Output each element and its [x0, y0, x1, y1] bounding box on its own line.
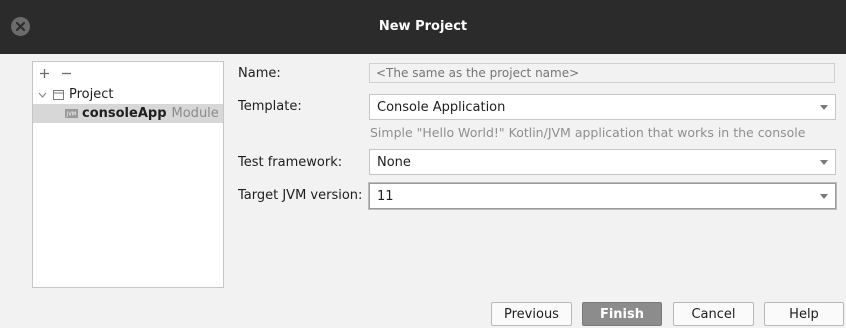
previous-button[interactable]: Previous [491, 302, 572, 326]
panel-toolbar [33, 62, 223, 85]
template-label: Template: [238, 99, 302, 114]
project-folder-icon [52, 89, 64, 101]
test-framework-label: Test framework: [238, 155, 343, 170]
tree-item-module[interactable]: JVM consoleApp Module [33, 104, 223, 123]
dropdown-arrow-icon [813, 184, 835, 208]
tree-item-project-label: Project [69, 87, 114, 102]
dropdown-arrow-icon [813, 95, 835, 119]
target-jvm-dropdown[interactable]: 11 [369, 183, 836, 209]
module-name: consoleApp [82, 106, 167, 121]
template-value: Console Application [377, 99, 506, 115]
svg-text:JVM: JVM [66, 112, 76, 118]
plus-icon [39, 69, 49, 78]
add-button[interactable] [37, 67, 51, 81]
test-framework-value: None [377, 154, 411, 170]
remove-button[interactable] [59, 67, 73, 81]
project-structure-panel: Project JVM consoleApp Module [32, 61, 224, 288]
tree-item-project[interactable]: Project [33, 85, 223, 104]
window-title: New Project [378, 19, 468, 34]
template-dropdown[interactable]: Console Application [369, 94, 836, 120]
target-jvm-label: Target JVM version: [238, 188, 363, 203]
minus-icon [61, 72, 71, 75]
cancel-button[interactable]: Cancel [673, 302, 754, 326]
jvm-module-icon: JVM [65, 109, 78, 119]
module-type-label: Module [171, 106, 219, 121]
target-jvm-value: 11 [377, 188, 394, 204]
finish-button[interactable]: Finish [582, 302, 662, 326]
test-framework-dropdown[interactable]: None [369, 149, 836, 175]
template-description: Simple "Hello World!" Kotlin/JVM applica… [370, 125, 806, 140]
help-button[interactable]: Help [764, 302, 844, 326]
project-name-field[interactable] [369, 63, 835, 83]
title-bar: New Project [0, 0, 846, 54]
dropdown-arrow-icon [813, 150, 835, 174]
name-label: Name: [238, 66, 281, 81]
chevron-down-icon[interactable] [36, 89, 48, 101]
